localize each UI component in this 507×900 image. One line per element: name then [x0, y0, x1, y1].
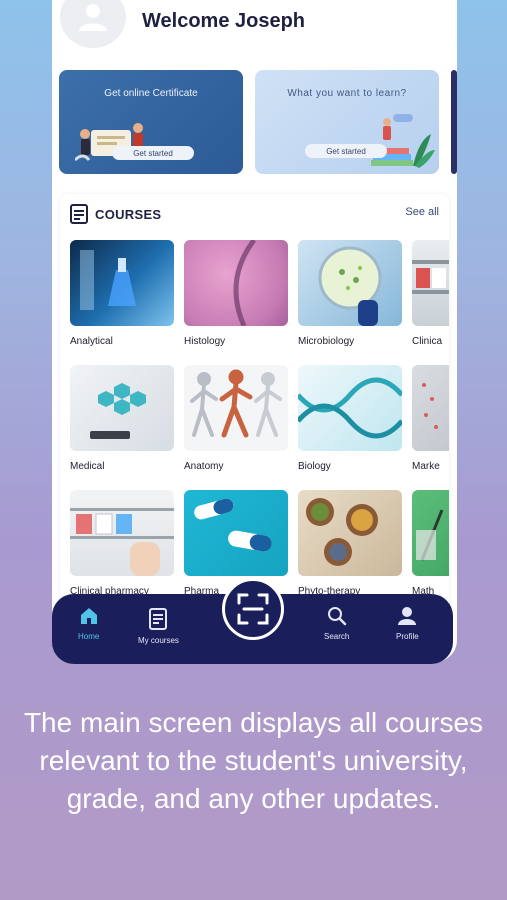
nav-profile[interactable]: Profile [396, 606, 419, 641]
course-thumbnail [298, 365, 402, 451]
profile-icon [398, 607, 417, 625]
user-icon [79, 4, 107, 31]
course-tile-pharma[interactable]: Pharma [184, 490, 288, 597]
banner-title: What you want to learn? [287, 88, 407, 99]
course-thumbnail [412, 490, 449, 576]
course-thumbnail [184, 490, 288, 576]
banner-title: Get online Certificate [104, 88, 198, 99]
course-thumbnail [184, 240, 288, 326]
learn-banner[interactable]: What you want to learn? Get started [255, 70, 439, 174]
course-label: Medical [70, 461, 105, 472]
course-tile-biology[interactable]: Biology [298, 365, 402, 472]
nav-home-label: Home [78, 632, 100, 641]
courses-icon [149, 608, 168, 630]
course-label: Clinica [412, 336, 443, 347]
nav-home[interactable]: Home [78, 606, 99, 641]
see-all-link[interactable]: See all [405, 206, 439, 218]
promo-caption: The main screen displays all courses rel… [23, 707, 484, 814]
learning-illustration [371, 114, 435, 168]
nav-search-label: Search [324, 632, 350, 641]
certificate-banner[interactable]: Get online Certificate Get started [59, 70, 243, 174]
courses-title: COURSES [95, 206, 162, 222]
course-label: Biology [298, 461, 331, 472]
courses-header: COURSES [70, 204, 161, 224]
course-thumbnail [298, 490, 402, 576]
course-thumbnail [412, 365, 449, 451]
course-tile-marke[interactable]: Marke [412, 365, 449, 472]
scan-button[interactable] [222, 578, 284, 640]
course-label: Analytical [70, 336, 113, 347]
courses-card: COURSES See all Analytical Histology Mic… [60, 194, 449, 614]
course-tile-histology[interactable]: Histology [184, 240, 288, 347]
course-tile-analytical[interactable]: Analytical [70, 240, 174, 347]
course-label: Histology [184, 336, 226, 347]
get-started-button[interactable]: Get started [305, 144, 387, 158]
course-label: Anatomy [184, 461, 224, 472]
course-thumbnail [412, 240, 449, 326]
search-icon [327, 607, 346, 626]
nav-my-courses[interactable]: My courses [138, 608, 179, 645]
course-tile-medical[interactable]: Medical [70, 365, 174, 472]
avatar[interactable] [60, 0, 126, 48]
nav-search[interactable]: Search [324, 606, 349, 641]
course-thumbnail [298, 240, 402, 326]
course-thumbnail [70, 490, 174, 576]
course-label: Marke [412, 461, 440, 472]
course-tile-clinica[interactable]: Clinica [412, 240, 449, 347]
document-icon [70, 204, 88, 224]
course-thumbnail [70, 365, 174, 451]
nav-profile-label: Profile [396, 632, 419, 641]
welcome-title: Welcome Joseph [142, 10, 306, 32]
course-thumbnail [184, 365, 288, 451]
course-tile-clinical-pharmacy[interactable]: Clinical pharmacy [70, 490, 174, 597]
home-icon [80, 608, 97, 624]
nav-my-courses-label: My courses [138, 636, 179, 645]
course-tile-math[interactable]: Math [412, 490, 449, 597]
phone-screen: Welcome Joseph Get online Certificate Ge… [52, 0, 457, 662]
get-started-button[interactable]: Get started [112, 146, 194, 160]
course-tile-microbiology[interactable]: Microbiology [298, 240, 402, 347]
course-tile-phyto-therapy[interactable]: Phyto-therapy [298, 490, 402, 597]
course-thumbnail [70, 240, 174, 326]
side-scroll-indicator [451, 70, 457, 174]
scan-icon [237, 593, 269, 625]
course-tile-anatomy[interactable]: Anatomy [184, 365, 288, 472]
course-label: Microbiology [298, 336, 355, 347]
